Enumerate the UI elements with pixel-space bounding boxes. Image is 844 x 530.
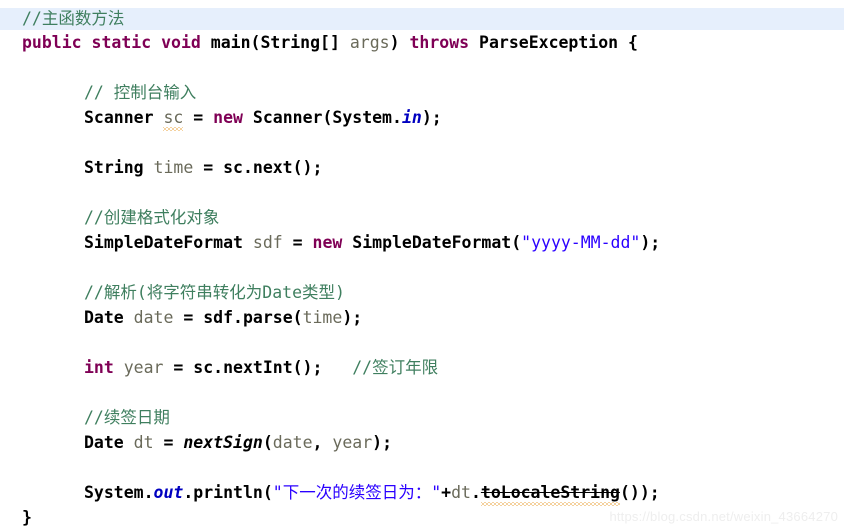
code-line-12[interactable]: //解析(将字符串转化为Date类型) <box>0 280 844 305</box>
keyword-throws: throws <box>409 33 470 52</box>
string-date-pattern: "yyyy-MM-dd" <box>521 233 641 252</box>
arg-year: year <box>332 433 373 452</box>
code-line-16[interactable] <box>0 380 844 405</box>
parse-call: = sdf.parse( <box>173 308 303 327</box>
method-tolocalestring-deprecated: toLocaleString <box>480 480 621 506</box>
arg-date: date <box>272 433 313 452</box>
var-sdf: sdf <box>252 233 283 252</box>
line13-tail: ); <box>342 308 363 327</box>
indent-4 <box>22 83 84 102</box>
sdf-ctor: SimpleDateFormat( <box>342 233 522 252</box>
var-dt-ref: dt <box>451 483 471 502</box>
code-line-7[interactable]: String time = sc.next(); <box>0 155 844 180</box>
var-date: date <box>123 308 174 327</box>
main-signature: main(String[] <box>200 33 350 52</box>
gap-15 <box>322 358 352 377</box>
type-date-13: Date <box>84 308 124 327</box>
param-args: args <box>349 33 390 52</box>
keyword-new-5: new <box>213 108 243 127</box>
indent-12 <box>22 283 84 302</box>
string-output-prefix: "下一次的续签日为：" <box>272 483 442 502</box>
var-year: year <box>113 358 164 377</box>
indent-20 <box>22 483 84 502</box>
exception-type: ParseException { <box>469 33 638 52</box>
open-paren-18: ( <box>262 433 273 452</box>
indent-10 <box>22 233 84 252</box>
code-line-18[interactable]: Date dt = nextSign(date, year); <box>0 430 844 455</box>
code-line-1[interactable]: //主函数方法 <box>0 8 844 30</box>
indent-9 <box>22 208 84 227</box>
code-line-14[interactable] <box>0 330 844 355</box>
keyword-void: void <box>161 33 201 52</box>
comment-console-input: // 控制台输入 <box>84 83 197 102</box>
indent-5 <box>22 108 84 127</box>
code-line-17[interactable]: //续签日期 <box>0 405 844 430</box>
space-1 <box>82 33 92 52</box>
assign-18: = <box>153 433 184 452</box>
code-line-4[interactable]: // 控制台输入 <box>0 80 844 105</box>
line20-tail: ()); <box>619 483 660 502</box>
indent-15 <box>22 358 84 377</box>
dot-20: . <box>470 483 481 502</box>
code-line-2[interactable]: public static void main(String[] args) t… <box>0 30 844 55</box>
code-line-20[interactable]: System.out.println("下一次的续签日为："+dt.toLoca… <box>0 480 844 506</box>
code-editor[interactable]: //主函数方法 public static void main(String[]… <box>0 0 844 528</box>
code-line-6[interactable] <box>0 130 844 155</box>
keyword-public: public <box>22 33 82 52</box>
comment-create-formatter: //创建格式化对象 <box>84 208 220 227</box>
comment-main-method: //主函数方法 <box>22 9 125 28</box>
method-nextsign: nextSign <box>183 433 263 452</box>
indent-7 <box>22 158 84 177</box>
code-line-11[interactable] <box>0 255 844 280</box>
space-2 <box>151 33 161 52</box>
field-system-in: in <box>401 108 422 127</box>
code-line-5[interactable]: Scanner sc = new Scanner(System.in); <box>0 105 844 131</box>
code-line-13[interactable]: Date date = sdf.parse(time); <box>0 305 844 330</box>
comma-18: , <box>312 433 333 452</box>
code-line-3[interactable] <box>0 55 844 80</box>
arg-time: time <box>302 308 343 327</box>
class-system: System. <box>84 483 154 502</box>
indent-13 <box>22 308 84 327</box>
closing-brace: } <box>22 508 32 527</box>
var-dt: dt <box>123 433 154 452</box>
type-simpledateformat: SimpleDateFormat <box>84 233 253 252</box>
comment-parse: //解析(将字符串转化为Date类型) <box>84 283 345 302</box>
scanner-ctor: Scanner(System. <box>242 108 402 127</box>
type-date-18: Date <box>84 433 124 452</box>
method-println: .println( <box>183 483 273 502</box>
code-line-9[interactable]: //创建格式化对象 <box>0 205 844 230</box>
concat-operator: + <box>441 483 452 502</box>
line5-tail: ); <box>421 108 442 127</box>
line18-tail: ); <box>372 433 393 452</box>
indent-18 <box>22 433 84 452</box>
close-paren: ) <box>389 33 410 52</box>
code-line-19[interactable] <box>0 455 844 480</box>
code-line-10[interactable]: SimpleDateFormat sdf = new SimpleDateFor… <box>0 230 844 255</box>
keyword-static: static <box>91 33 152 52</box>
type-scanner: Scanner <box>84 108 164 127</box>
csdn-watermark: https://blog.csdn.net/weixin_43664270 <box>609 509 838 524</box>
comment-renew-date: //续签日期 <box>84 408 170 427</box>
code-line-15[interactable]: int year = sc.nextInt(); //签订年限 <box>0 355 844 380</box>
code-content[interactable]: //主函数方法 public static void main(String[]… <box>0 0 844 530</box>
var-time: time <box>143 158 194 177</box>
type-string: String <box>84 158 144 177</box>
keyword-new-10: new <box>312 233 343 252</box>
field-system-out: out <box>153 483 184 502</box>
nextint-call: = sc.nextInt(); <box>163 358 323 377</box>
var-sc: sc <box>163 105 183 131</box>
line7-rest: = sc.next(); <box>193 158 323 177</box>
indent-17 <box>22 408 84 427</box>
code-line-8[interactable] <box>0 180 844 205</box>
assign-10: = <box>282 233 313 252</box>
comment-sign-years: //签订年限 <box>352 358 439 377</box>
keyword-int: int <box>84 358 114 377</box>
assign-5: = <box>183 108 214 127</box>
line10-tail: ); <box>640 233 661 252</box>
